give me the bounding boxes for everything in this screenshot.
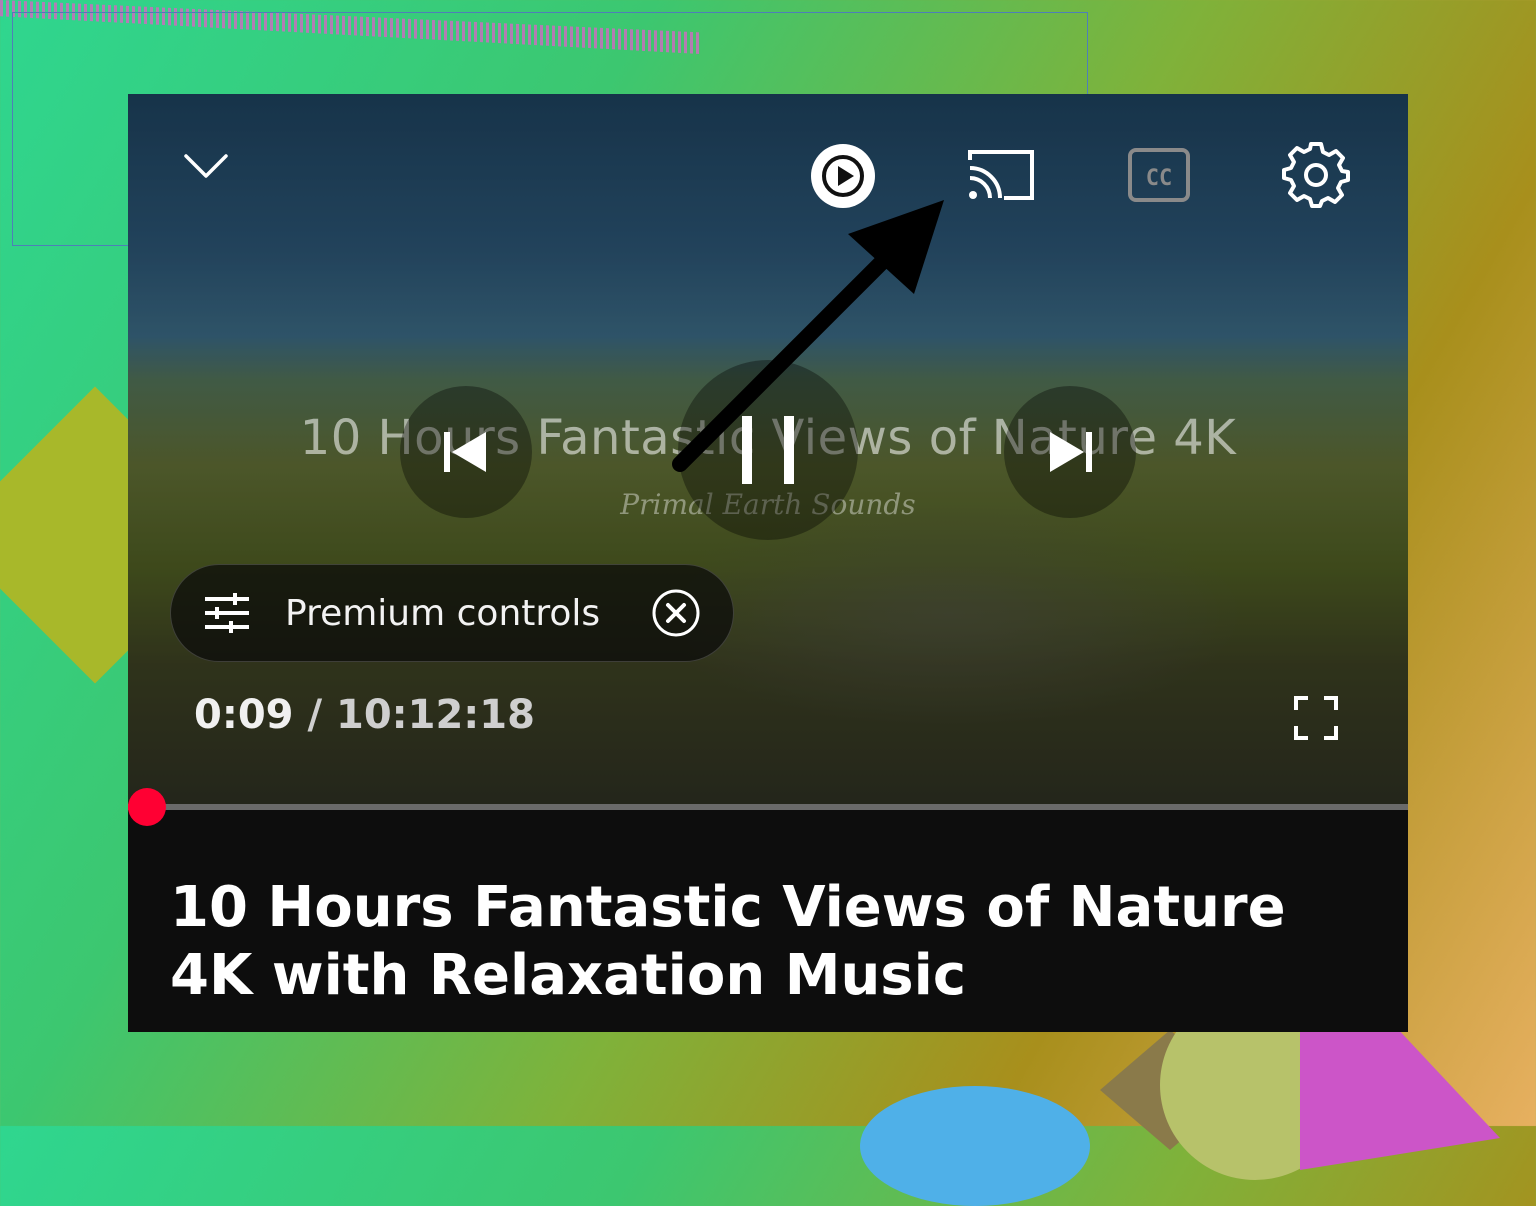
previous-button[interactable]	[400, 386, 532, 518]
skip-previous-icon	[442, 430, 490, 474]
time-separator: /	[307, 692, 322, 738]
next-button[interactable]	[1004, 386, 1136, 518]
close-icon[interactable]	[651, 588, 701, 638]
chevron-down-icon[interactable]	[182, 146, 230, 186]
pause-icon	[740, 414, 796, 486]
captions-icon[interactable]: CC	[1127, 147, 1191, 203]
settings-icon[interactable]	[1282, 140, 1350, 208]
premium-controls-chip[interactable]: Premium controls	[170, 564, 734, 662]
sliders-icon	[203, 591, 251, 635]
autoplay-icon[interactable]	[809, 142, 877, 210]
video-player: CC 10 Hours Fantastic Views of Nature 4K…	[128, 94, 1408, 1032]
pause-button[interactable]	[678, 360, 858, 540]
progress-scrubber[interactable]	[128, 788, 166, 826]
progress-bar[interactable]	[128, 804, 1408, 810]
current-time: 0:09	[194, 692, 294, 738]
skip-next-icon	[1046, 430, 1094, 474]
time-display: 0:09 / 10:12:18	[194, 692, 535, 738]
captions-icon-label: CC	[1146, 166, 1173, 191]
fullscreen-icon[interactable]	[1294, 696, 1338, 740]
video-title: 10 Hours Fantastic Views of Nature 4K wi…	[170, 874, 1350, 1010]
premium-controls-label: Premium controls	[285, 593, 651, 634]
background-circle	[860, 1086, 1090, 1206]
duration: 10:12:18	[336, 692, 535, 738]
cast-icon[interactable]	[966, 146, 1036, 204]
background-shape	[1300, 1010, 1500, 1170]
